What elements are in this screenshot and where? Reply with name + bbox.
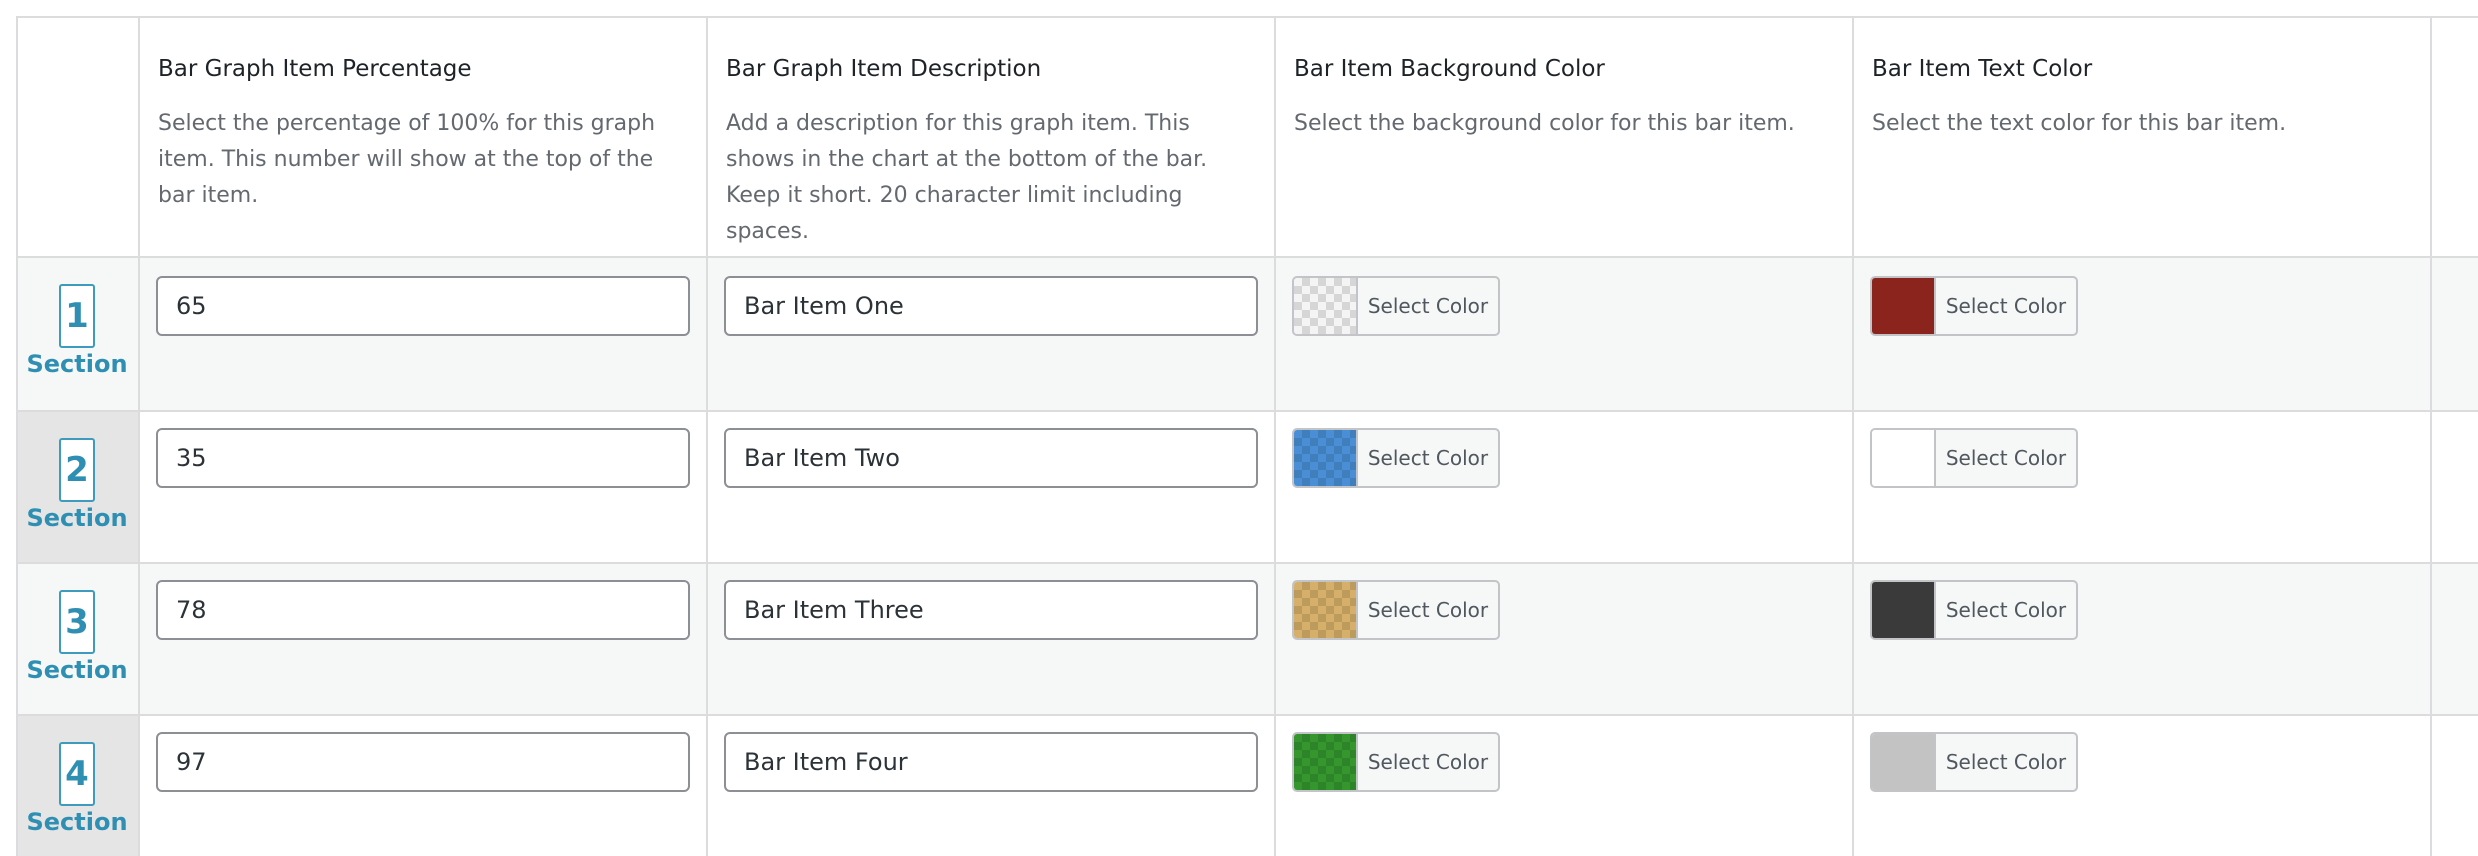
color-swatch xyxy=(1294,734,1358,790)
color-swatch xyxy=(1872,734,1936,790)
header-bg-color: Bar Item Background Color Select the bac… xyxy=(1276,16,1852,256)
divider xyxy=(1852,16,1854,856)
select-color-label: Select Color xyxy=(1367,294,1489,318)
header-description: Bar Graph Item Description Add a descrip… xyxy=(708,16,1274,256)
divider xyxy=(16,16,18,856)
description-input[interactable]: Bar Item One xyxy=(724,276,1258,336)
select-color-label: Select Color xyxy=(1367,446,1489,470)
section-handle[interactable]: 4 Section xyxy=(16,716,138,856)
section-label: Section xyxy=(26,350,128,378)
description-input[interactable]: Bar Item Four xyxy=(724,732,1258,792)
description-input[interactable]: Bar Item Three xyxy=(724,580,1258,640)
section-label: Section xyxy=(26,504,128,532)
select-color-label: Select Color xyxy=(1945,294,2067,318)
section-handle[interactable]: 2 Section xyxy=(16,412,138,562)
text-color-button[interactable]: Select Color xyxy=(1870,580,2078,640)
select-color-label: Select Color xyxy=(1367,598,1489,622)
divider xyxy=(16,562,2478,564)
divider xyxy=(138,16,140,856)
color-swatch xyxy=(1294,278,1358,334)
divider xyxy=(16,714,2478,716)
select-color-label: Select Color xyxy=(1945,446,2067,470)
repeater-table: Bar Graph Item Percentage Select the per… xyxy=(0,0,2478,856)
text-color-button[interactable]: Select Color xyxy=(1870,428,2078,488)
divider xyxy=(16,16,2478,18)
divider xyxy=(16,256,2478,258)
color-swatch xyxy=(1872,582,1936,638)
header-text-color: Bar Item Text Color Select the text colo… xyxy=(1854,16,2430,256)
bg-color-button[interactable]: Select Color xyxy=(1292,428,1500,488)
bg-color-button[interactable]: Select Color xyxy=(1292,580,1500,640)
select-color-label: Select Color xyxy=(1945,598,2067,622)
percentage-input[interactable]: 35 xyxy=(156,428,690,488)
percentage-input[interactable]: 65 xyxy=(156,276,690,336)
section-number: 2 xyxy=(59,438,95,502)
section-label: Section xyxy=(26,656,128,684)
text-color-button[interactable]: Select Color xyxy=(1870,276,2078,336)
column-description: Select the background color for this bar… xyxy=(1294,111,1795,136)
bg-color-button[interactable]: Select Color xyxy=(1292,276,1500,336)
bg-color-button[interactable]: Select Color xyxy=(1292,732,1500,792)
color-swatch xyxy=(1294,582,1358,638)
divider xyxy=(706,16,708,856)
select-color-label: Select Color xyxy=(1367,750,1489,774)
column-title: Bar Item Background Color xyxy=(1294,56,1605,82)
section-number: 4 xyxy=(59,742,95,806)
section-handle[interactable]: 3 Section xyxy=(16,564,138,714)
divider xyxy=(2430,16,2432,856)
column-description: Select the percentage of 100% for this g… xyxy=(158,111,656,208)
column-title: Bar Graph Item Percentage xyxy=(158,56,472,82)
select-color-label: Select Color xyxy=(1945,750,2067,774)
column-title: Bar Graph Item Description xyxy=(726,56,1042,82)
column-description: Add a description for this graph item. T… xyxy=(726,111,1208,244)
percentage-input[interactable]: 78 xyxy=(156,580,690,640)
divider xyxy=(16,410,2478,412)
section-handle[interactable]: 1 Section xyxy=(16,258,138,410)
color-swatch xyxy=(1872,278,1936,334)
description-input[interactable]: Bar Item Two xyxy=(724,428,1258,488)
color-swatch xyxy=(1872,430,1936,486)
section-number: 1 xyxy=(59,284,95,348)
text-color-button[interactable]: Select Color xyxy=(1870,732,2078,792)
percentage-input[interactable]: 97 xyxy=(156,732,690,792)
color-swatch xyxy=(1294,430,1358,486)
header-percentage: Bar Graph Item Percentage Select the per… xyxy=(140,16,706,256)
column-title: Bar Item Text Color xyxy=(1872,56,2093,82)
column-description: Select the text color for this bar item. xyxy=(1872,111,2287,136)
section-label: Section xyxy=(26,808,128,836)
divider xyxy=(1274,16,1276,856)
section-number: 3 xyxy=(59,590,95,654)
